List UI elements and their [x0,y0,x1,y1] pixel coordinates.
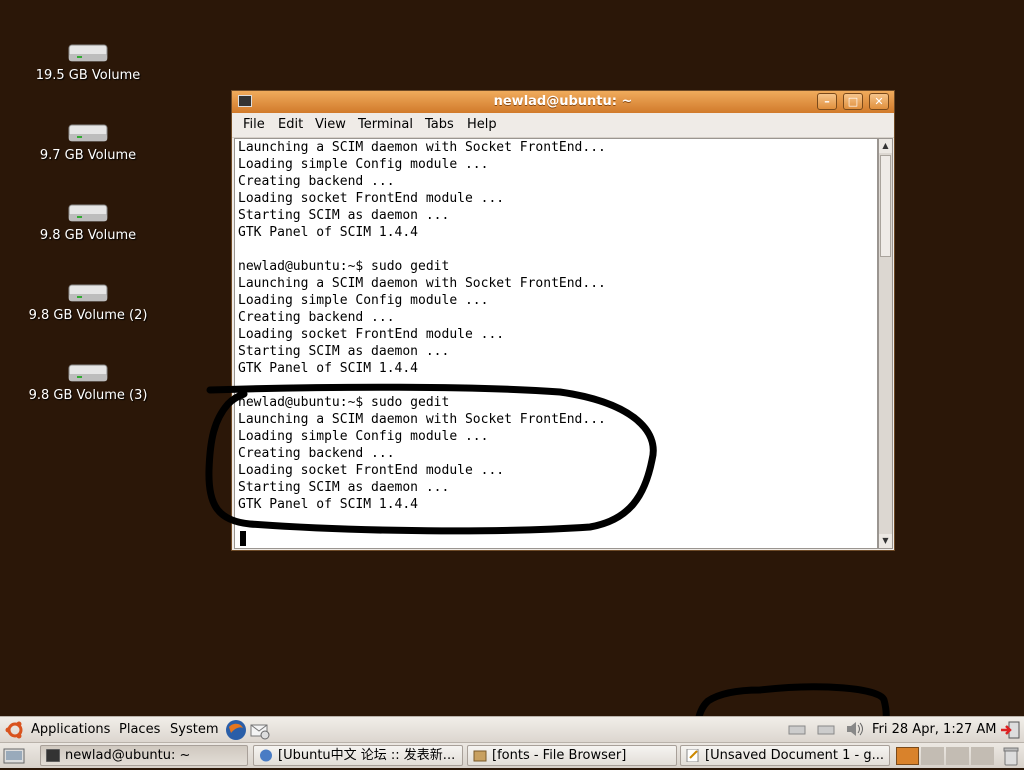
terminal-icon [45,748,61,763]
terminal-line: GTK Panel of SCIM 1.4.4 [238,361,419,376]
arrow-up-icon: ▲ [882,141,889,150]
trash-icon[interactable] [1003,746,1019,770]
terminal-line: GTK Panel of SCIM 1.4.4 [238,497,419,512]
menu-file[interactable]: File [243,117,265,132]
desktop-icon-label: 9.7 GB Volume [39,148,137,163]
menu-tabs[interactable]: Tabs [425,117,454,132]
taskbar-item-browser[interactable]: [Ubuntu中文 论坛 :: 发表新... [253,745,463,766]
terminal-line: newlad@ubuntu:~$ sudo gedit [238,259,450,274]
desktop-icon-label: 19.5 GB Volume [35,68,141,83]
drive-icon [68,284,108,302]
terminal-line: Launching a SCIM daemon with Socket Fron… [238,140,606,155]
desktop-icon-volume-3[interactable]: 9.8 GB Volume [13,204,163,243]
terminal-line: Creating backend ... [238,446,395,461]
drive-icon [68,44,108,62]
terminal-line: Launching a SCIM daemon with Socket Fron… [238,412,606,427]
workspace-4[interactable] [971,747,994,765]
terminal-line: Loading socket FrontEnd module ... [238,327,505,342]
drive-icon [68,364,108,382]
arrow-down-icon: ▼ [882,536,889,545]
taskbar-item-gedit[interactable]: [Unsaved Document 1 - g... [680,745,890,766]
scroll-up-button[interactable]: ▲ [879,139,892,153]
terminal-lines: Launching a SCIM daemon with Socket Fron… [238,139,606,513]
menu-bar: File Edit View Terminal Tabs Help [232,113,894,138]
terminal-output[interactable]: Launching a SCIM daemon with Socket Fron… [234,138,878,549]
taskbar-item-terminal[interactable]: newlad@ubuntu: ~ [40,745,248,766]
maximize-icon: □ [847,95,859,108]
ubuntu-logo-icon[interactable] [5,721,25,739]
drive-icon [68,124,108,142]
terminal-line: Creating backend ... [238,310,395,325]
panel-clock[interactable]: Fri 28 Apr, 1:27 AM [872,722,996,737]
desktop-icon-label: 9.8 GB Volume (2) [28,308,148,323]
terminal-scrollbar[interactable]: ▲ ▼ [878,138,893,549]
show-desktop-icon[interactable] [3,747,25,769]
desktop-icon-volume-1[interactable]: 19.5 GB Volume [13,44,163,83]
close-button[interactable]: ✕ [869,93,889,110]
globe-icon [259,749,273,762]
drive-icon [68,204,108,222]
desktop-icon-volume-5[interactable]: 9.8 GB Volume (3) [13,364,163,403]
close-icon: ✕ [874,95,884,108]
taskbar-item-label: [Ubuntu中文 论坛 :: 发表新... [278,748,456,763]
workspace-switcher[interactable] [896,747,996,765]
taskbar-item-file-browser[interactable]: [fonts - File Browser] [467,745,677,766]
scroll-thumb[interactable] [880,155,891,257]
maximize-button[interactable]: □ [843,93,863,110]
window-titlebar[interactable]: newlad@ubuntu: ~ – □ ✕ [232,91,894,113]
terminal-line: newlad@ubuntu:~$ sudo gedit [238,395,450,410]
scroll-down-button[interactable]: ▼ [879,534,892,548]
terminal-line: GTK Panel of SCIM 1.4.4 [238,225,419,240]
window-title: newlad@ubuntu: ~ [493,94,633,109]
menu-view[interactable]: View [315,117,346,132]
terminal-line: Loading simple Config module ... [238,429,489,444]
terminal-line: Starting SCIM as daemon ... [238,344,450,359]
workspace-2[interactable] [921,747,944,765]
network-icon[interactable] [788,723,806,739]
menu-help[interactable]: Help [467,117,497,132]
menu-edit[interactable]: Edit [278,117,303,132]
minimize-button[interactable]: – [817,93,837,110]
folder-icon [473,749,487,762]
text-editor-icon [686,748,700,763]
taskbar-item-label: newlad@ubuntu: ~ [65,748,191,763]
top-panel: Applications Places System Fri 28 Apr, 1… [0,716,1024,742]
desktop-icon-volume-2[interactable]: 9.7 GB Volume [13,124,163,163]
menu-terminal[interactable]: Terminal [358,117,413,132]
desktop-icon-volume-4[interactable]: 9.8 GB Volume (2) [13,284,163,323]
menu-places[interactable]: Places [119,722,160,737]
bottom-panel: newlad@ubuntu: ~ [Ubuntu中文 论坛 :: 发表新... … [0,742,1024,768]
volume-icon[interactable] [845,721,865,741]
workspace-3[interactable] [946,747,969,765]
terminal-window[interactable]: newlad@ubuntu: ~ – □ ✕ File Edit View Te… [231,90,895,551]
terminal-line: Starting SCIM as daemon ... [238,208,450,223]
taskbar-item-label: [Unsaved Document 1 - g... [705,748,884,763]
minimize-icon: – [824,95,830,108]
network-icon-2[interactable] [817,723,835,739]
terminal-line: Loading socket FrontEnd module ... [238,191,505,206]
terminal-cursor [240,531,246,546]
desktop-icon-label: 9.8 GB Volume [39,228,137,243]
menu-applications[interactable]: Applications [31,722,110,737]
terminal-line: Loading simple Config module ... [238,157,489,172]
desktop-icon-label: 9.8 GB Volume (3) [28,388,148,403]
terminal-line: Loading socket FrontEnd module ... [238,463,505,478]
terminal-line: Creating backend ... [238,174,395,189]
workspace-1[interactable] [896,747,919,765]
terminal-line: Loading simple Config module ... [238,293,489,308]
menu-system[interactable]: System [170,722,218,737]
terminal-line: Starting SCIM as daemon ... [238,480,450,495]
taskbar-item-label: [fonts - File Browser] [492,748,627,763]
terminal-line: Launching a SCIM daemon with Socket Fron… [238,276,606,291]
logout-icon[interactable] [1000,720,1022,744]
